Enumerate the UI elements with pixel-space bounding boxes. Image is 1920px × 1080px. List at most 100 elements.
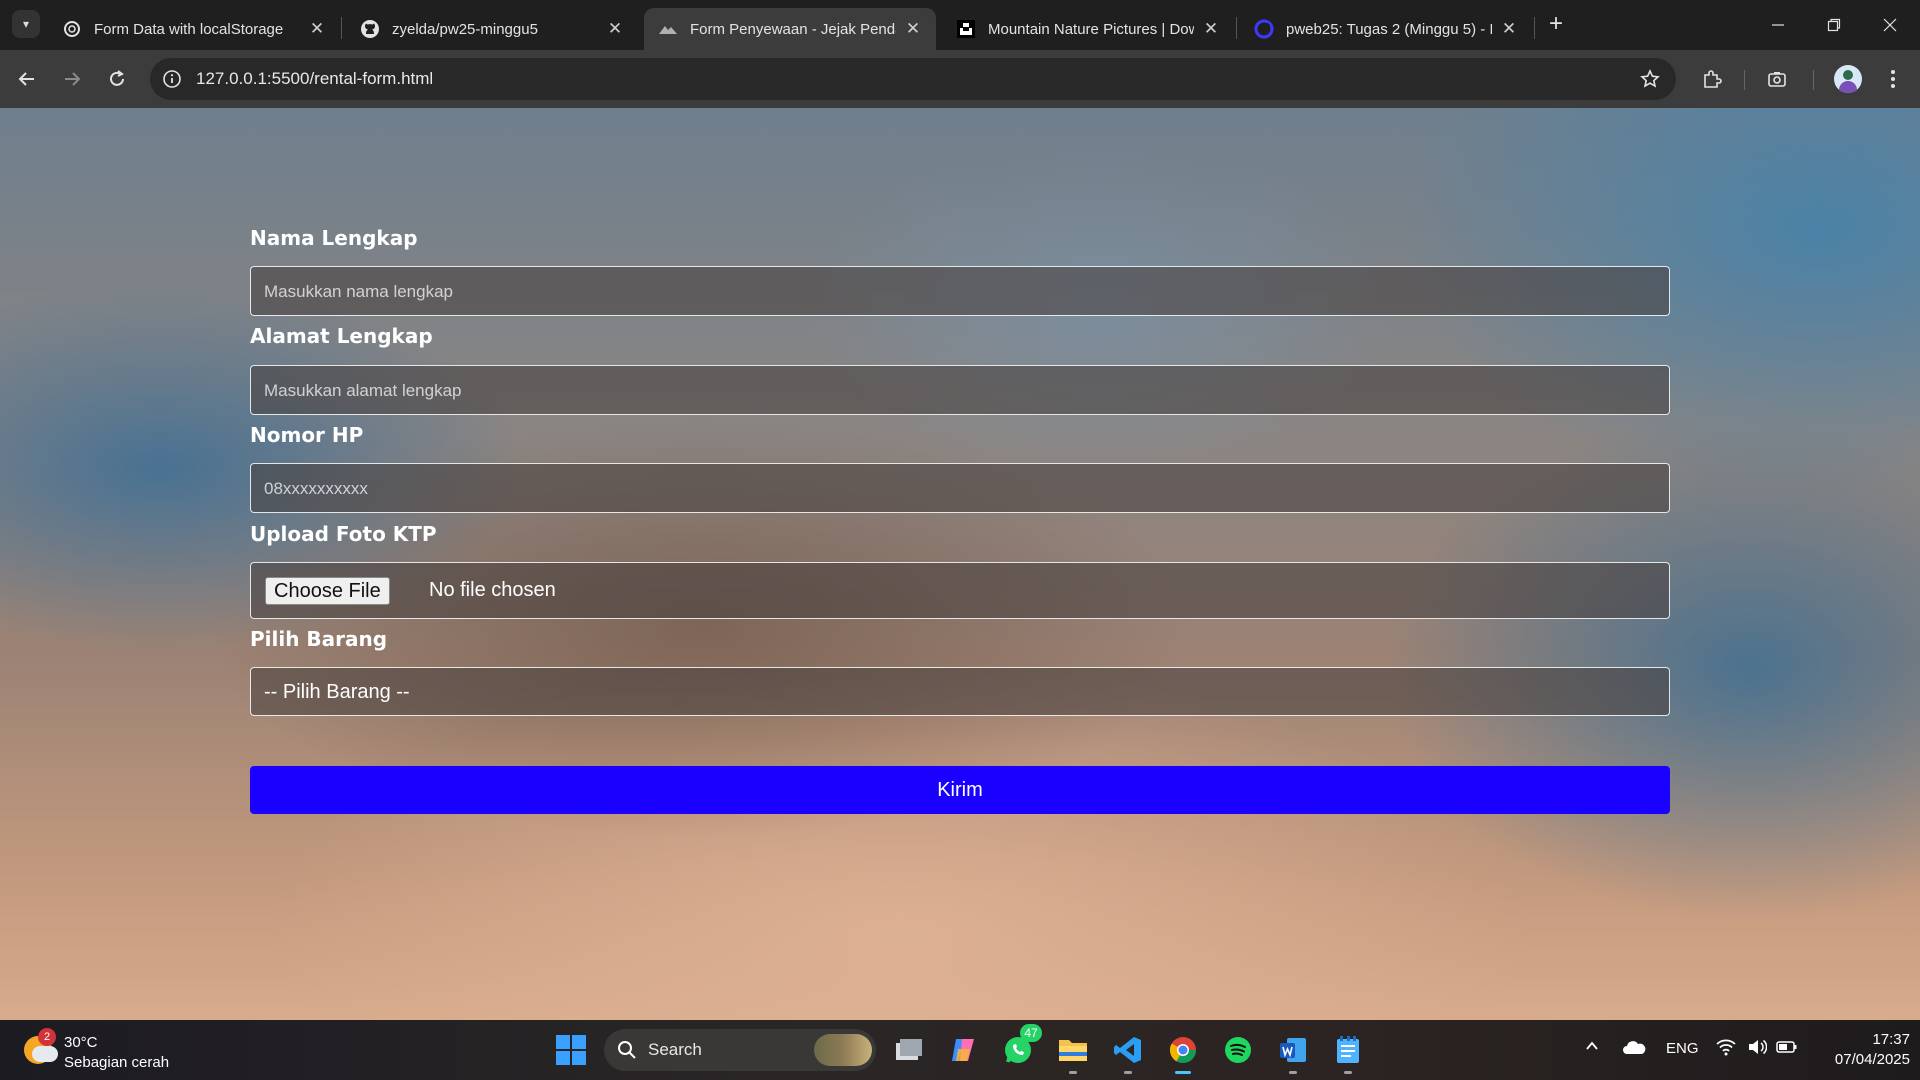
submit-button[interactable]: Kirim	[250, 766, 1670, 814]
tab-title: Form Data with localStorage	[94, 20, 284, 38]
close-icon[interactable]: ✕	[1500, 19, 1518, 39]
name-label: Nama Lengkap	[250, 226, 418, 250]
active-indicator	[1175, 1071, 1191, 1074]
extensions-button[interactable]	[1697, 64, 1727, 94]
profile-avatar[interactable]	[1834, 65, 1862, 93]
copilot-app[interactable]	[943, 1030, 983, 1070]
file-explorer-app[interactable]	[1053, 1030, 1093, 1074]
moodle-icon	[1254, 19, 1274, 39]
tab-mountain-pictures[interactable]: Mountain Nature Pictures | Download ✕	[942, 8, 1234, 50]
show-hidden-icons-button[interactable]	[1584, 1038, 1600, 1058]
mountain-icon	[658, 19, 678, 39]
github-icon	[360, 19, 380, 39]
tab-form-penyewaan[interactable]: Form Penyewaan - Jejak Pendaki ✕	[644, 8, 936, 50]
forward-button[interactable]	[57, 64, 87, 94]
system-clock[interactable]: 17:37 07/04/2025	[1810, 1030, 1910, 1070]
close-icon[interactable]: ✕	[606, 19, 624, 39]
wifi-button[interactable]	[1716, 1038, 1736, 1060]
vscode-app[interactable]	[1108, 1030, 1148, 1074]
close-icon[interactable]: ✕	[904, 19, 922, 39]
back-arrow-icon	[18, 72, 34, 86]
close-icon[interactable]: ✕	[308, 19, 326, 39]
minimize-icon	[1772, 24, 1784, 26]
reload-button[interactable]	[102, 64, 132, 94]
choose-file-button[interactable]: Choose File	[265, 577, 390, 605]
weather-cloud-icon	[32, 1046, 58, 1062]
tab-github[interactable]: zyelda/pw25-minggu5 ✕	[346, 8, 638, 50]
onedrive-button[interactable]	[1622, 1039, 1646, 1059]
phone-placeholder: 08xxxxxxxxxx	[264, 479, 368, 498]
ktp-file-input[interactable]: Choose File No file chosen	[250, 562, 1670, 619]
weather-widget[interactable]: 2 30°C Sebagian cerah	[22, 1028, 202, 1072]
phone-input[interactable]: 08xxxxxxxxxx	[250, 463, 1670, 513]
taskbar-search[interactable]: Search	[604, 1029, 876, 1071]
chatgpt-icon	[62, 19, 82, 39]
task-view-icon	[896, 1039, 922, 1060]
restore-icon	[1827, 18, 1841, 32]
volume-button[interactable]	[1747, 1038, 1768, 1060]
windows-taskbar: 2 30°C Sebagian cerah Search 47 ENG 17:3…	[0, 1020, 1920, 1080]
cloud-icon	[1623, 1041, 1646, 1054]
spotify-app[interactable]	[1218, 1030, 1258, 1070]
tab-divider	[341, 17, 342, 39]
copilot-icon	[952, 1039, 974, 1061]
folder-icon	[1059, 1040, 1087, 1061]
spotify-icon	[1225, 1037, 1251, 1063]
tab-form-localstorage[interactable]: Form Data with localStorage ✕	[48, 8, 340, 50]
task-view-app[interactable]	[889, 1030, 929, 1070]
forward-arrow-icon	[65, 72, 81, 86]
windows-logo-icon	[556, 1035, 570, 1049]
name-placeholder: Masukkan nama lengkap	[264, 282, 454, 301]
site-info-icon[interactable]	[160, 67, 184, 91]
toolbar-divider	[1813, 70, 1814, 90]
address-bar[interactable]: 127.0.0.1:5500/rental-form.html	[150, 58, 1676, 100]
word-app[interactable]	[1273, 1030, 1313, 1074]
avatar-body	[1839, 81, 1857, 93]
clock-date: 07/04/2025	[1834, 1051, 1910, 1068]
avatar-head	[1843, 70, 1853, 80]
new-tab-button[interactable]: +	[1542, 10, 1570, 38]
weather-temperature: 30°C	[64, 1034, 98, 1051]
chrome-app[interactable]	[1163, 1030, 1203, 1074]
address-label: Alamat Lengkap	[250, 324, 433, 348]
tab-divider	[1236, 17, 1237, 39]
tab-pweb25-tugas[interactable]: pweb25: Tugas 2 (Minggu 5) - Kelas ✕	[1240, 8, 1532, 50]
vscode-icon	[1114, 1037, 1141, 1063]
address-input[interactable]: Masukkan alamat lengkap	[250, 365, 1670, 415]
tab-search-button[interactable]: ▾	[12, 10, 40, 38]
notepad-icon	[1337, 1036, 1359, 1063]
item-select-value: -- Pilih Barang --	[264, 681, 410, 703]
screen-capture-button[interactable]	[1762, 64, 1792, 94]
item-select[interactable]: -- Pilih Barang --	[250, 667, 1670, 716]
running-indicator	[1289, 1071, 1297, 1074]
language-indicator[interactable]: ENG	[1666, 1040, 1699, 1057]
bookmark-star-icon[interactable]	[1638, 67, 1662, 91]
back-button[interactable]	[12, 64, 42, 94]
running-indicator	[1069, 1071, 1077, 1074]
restore-button[interactable]	[1806, 0, 1862, 50]
clock-time: 17:37	[1872, 1031, 1910, 1048]
name-input[interactable]: Masukkan nama lengkap	[250, 266, 1670, 316]
wifi-icon	[1716, 1039, 1736, 1056]
tab-title: Form Penyewaan - Jejak Pendaki	[690, 20, 896, 38]
chevron-up-icon	[1586, 1041, 1598, 1050]
toolbar-divider	[1744, 70, 1745, 90]
close-icon	[1883, 18, 1897, 32]
close-window-button[interactable]	[1862, 0, 1918, 50]
close-icon[interactable]: ✕	[1202, 19, 1220, 39]
camera-icon	[1768, 72, 1786, 87]
windows-start-button[interactable]	[556, 1035, 586, 1065]
notepad-app[interactable]	[1328, 1030, 1368, 1074]
item-select-label: Pilih Barang	[250, 627, 388, 651]
url-text[interactable]: 127.0.0.1:5500/rental-form.html	[196, 69, 433, 89]
weather-alert-badge: 2	[38, 1028, 56, 1046]
whatsapp-unread-badge: 47	[1020, 1024, 1042, 1042]
file-status-text: No file chosen	[429, 579, 556, 601]
whatsapp-app[interactable]: 47	[998, 1024, 1042, 1070]
battery-icon	[1776, 1041, 1797, 1053]
battery-button[interactable]	[1776, 1039, 1798, 1059]
browser-menu-button[interactable]	[1878, 64, 1908, 94]
word-icon	[1280, 1038, 1306, 1062]
minimize-button[interactable]	[1750, 0, 1806, 50]
ktp-upload-label: Upload Foto KTP	[250, 522, 437, 546]
